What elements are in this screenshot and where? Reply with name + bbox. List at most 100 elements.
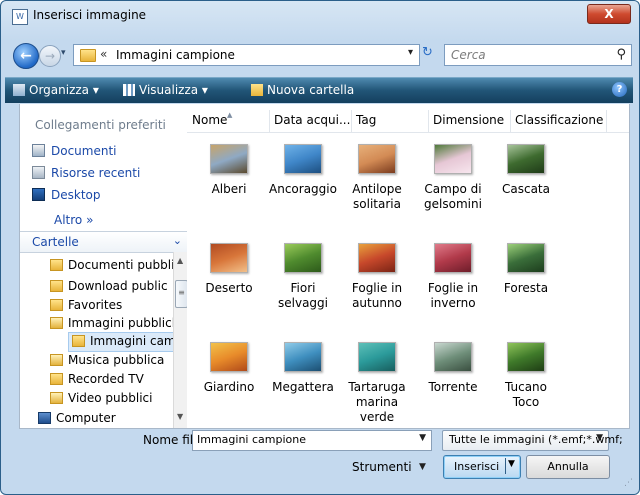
close-button[interactable]: X — [587, 4, 631, 24]
scroll-up-arrow-icon[interactable]: ▲ — [177, 256, 183, 265]
refresh-icon[interactable]: ↻ — [422, 45, 433, 60]
file-item[interactable]: Alberi — [193, 144, 265, 197]
column-header-nome[interactable]: Nome ▲ — [187, 110, 270, 132]
insert-button[interactable]: Inserisci ▼ — [443, 455, 521, 479]
file-item[interactable]: Foresta — [490, 243, 562, 296]
filetype-dropdown-icon[interactable]: ▼ — [596, 433, 603, 443]
view-button[interactable]: Visualizza ▾ — [123, 83, 208, 97]
column-header-dimensione[interactable]: Dimensione — [428, 110, 511, 132]
word-app-icon: W — [12, 9, 28, 25]
view-icon — [123, 84, 135, 96]
file-label: Ancoraggio — [269, 182, 337, 196]
image-thumbnail[interactable] — [507, 243, 545, 273]
favorite-documents[interactable]: Documenti — [32, 144, 117, 158]
file-item[interactable]: Tucano Toco — [490, 342, 562, 410]
file-item[interactable]: Giardino — [193, 342, 265, 395]
forward-arrow-icon[interactable]: → — [39, 45, 61, 67]
scroll-down-arrow-icon[interactable]: ▼ — [177, 412, 183, 421]
image-thumbnail[interactable] — [210, 243, 248, 273]
image-thumbnail[interactable] — [284, 243, 322, 273]
pictures-folder-icon — [50, 317, 63, 329]
organize-button[interactable]: Organizza ▾ — [13, 83, 99, 97]
file-item[interactable]: Ancoraggio — [267, 144, 339, 197]
search-input[interactable]: Cerca — [451, 48, 486, 62]
image-thumbnail[interactable] — [434, 243, 472, 273]
new-folder-button[interactable]: Nuova cartella — [251, 83, 354, 97]
image-thumbnail[interactable] — [284, 144, 322, 174]
tools-button[interactable]: Strumenti — [352, 460, 412, 474]
tree-item-download-pubblici[interactable]: Download public — [50, 279, 168, 293]
more-links[interactable]: Altro » — [54, 213, 93, 227]
tree-item-video-pubblici[interactable]: Video pubblici — [50, 391, 153, 405]
favorite-recent[interactable]: Risorse recenti — [32, 166, 140, 180]
address-bar[interactable]: « Immagini campione ▾ — [73, 44, 420, 66]
folder-icon — [50, 280, 63, 292]
file-item[interactable]: Campo di gelsomini — [417, 144, 489, 212]
filetype-select[interactable]: Tutte le immagini (*.emf;*.wmf; ▼ — [442, 430, 623, 451]
image-thumbnail[interactable] — [507, 342, 545, 372]
recent-places-icon — [32, 166, 45, 179]
favorite-desktop[interactable]: Desktop — [32, 188, 101, 202]
file-list-pane: Nome ▲ Data acqui... Tag Dimensione Clas… — [187, 104, 630, 429]
resize-grip-icon[interactable]: ⋰ — [624, 478, 633, 488]
desktop-icon — [32, 188, 45, 201]
cancel-button[interactable]: Annulla — [526, 455, 610, 479]
folder-icon — [80, 49, 96, 62]
address-overflow-chevron[interactable]: « — [100, 47, 107, 61]
navigation-pane: Collegamenti preferiti Documenti Risorse… — [19, 104, 188, 429]
file-item[interactable]: Deserto — [193, 243, 265, 296]
search-icon[interactable]: ⚲ — [616, 47, 626, 62]
title-bar: W Inserisci immagine X — [1, 1, 639, 29]
image-thumbnail[interactable] — [358, 342, 396, 372]
filename-dropdown-icon[interactable]: ▼ — [419, 433, 426, 443]
column-header-classificazione[interactable]: Classificazione — [510, 110, 607, 132]
image-thumbnail[interactable] — [434, 144, 472, 174]
recent-pages-chevron-icon[interactable]: ▾ — [61, 48, 66, 58]
column-header-data[interactable]: Data acqui... — [269, 110, 352, 132]
search-box[interactable]: Cerca ⚲ — [444, 44, 632, 66]
file-label: Fiori selvaggi — [278, 281, 328, 310]
tools-dropdown-icon[interactable]: ▼ — [419, 462, 426, 472]
address-dropdown-icon[interactable]: ▾ — [408, 47, 413, 58]
file-item[interactable]: Tartaruga marina verde — [341, 342, 413, 425]
filename-input[interactable]: Immagini campione ▼ — [192, 430, 432, 451]
tree-item-favorites[interactable]: Favorites — [50, 298, 122, 312]
sort-ascending-icon: ▲ — [227, 111, 233, 119]
file-item[interactable]: Fiori selvaggi — [267, 243, 339, 311]
file-item[interactable]: Foglie in inverno — [417, 243, 489, 311]
image-thumbnail[interactable] — [434, 342, 472, 372]
image-thumbnail[interactable] — [210, 342, 248, 372]
address-path[interactable]: Immagini campione — [116, 48, 235, 62]
image-thumbnail[interactable] — [210, 144, 248, 174]
tree-scrollbar[interactable]: ▲ ≡ ▼ — [173, 252, 188, 428]
window-title: Inserisci immagine — [33, 8, 147, 22]
file-label: Megattera — [272, 380, 334, 394]
tree-item-documenti-pubblici[interactable]: Documenti pubbli — [50, 258, 174, 272]
music-folder-icon — [50, 354, 63, 366]
tree-item-musica-pubblica[interactable]: Musica pubblica — [50, 353, 164, 367]
file-label: Tucano Toco — [504, 380, 547, 409]
folders-toggle[interactable]: Cartelle ⌄ — [20, 231, 188, 253]
filename-value[interactable]: Immagini campione — [197, 433, 306, 446]
file-item[interactable]: Cascata — [490, 144, 562, 197]
file-item[interactable]: Foglie in autunno — [341, 243, 413, 311]
image-thumbnail[interactable] — [284, 342, 322, 372]
computer-icon — [38, 412, 51, 424]
help-icon[interactable]: ? — [612, 82, 627, 97]
insert-options-dropdown-icon[interactable]: ▼ — [508, 459, 515, 469]
tree-item-immagini-campione[interactable]: Immagini campi — [72, 334, 187, 348]
back-arrow-icon[interactable]: ← — [13, 43, 39, 69]
image-thumbnail[interactable] — [507, 144, 545, 174]
image-thumbnail[interactable] — [358, 144, 396, 174]
chevron-down-icon: ⌄ — [172, 234, 182, 247]
file-item[interactable]: Megattera — [267, 342, 339, 395]
file-item[interactable]: Antilope solitaria — [341, 144, 413, 212]
tree-item-recorded-tv[interactable]: Recorded TV — [50, 372, 144, 386]
tree-item-computer[interactable]: Computer — [38, 411, 116, 425]
tree-item-immagini-pubbliche[interactable]: Immagini pubblicl — [50, 316, 175, 330]
file-item[interactable]: Torrente — [417, 342, 489, 395]
image-thumbnail[interactable] — [358, 243, 396, 273]
column-header-tag[interactable]: Tag — [351, 110, 429, 132]
command-toolbar: Organizza ▾ Visualizza ▾ Nuova cartella … — [5, 77, 633, 103]
file-label: Cascata — [502, 182, 550, 196]
